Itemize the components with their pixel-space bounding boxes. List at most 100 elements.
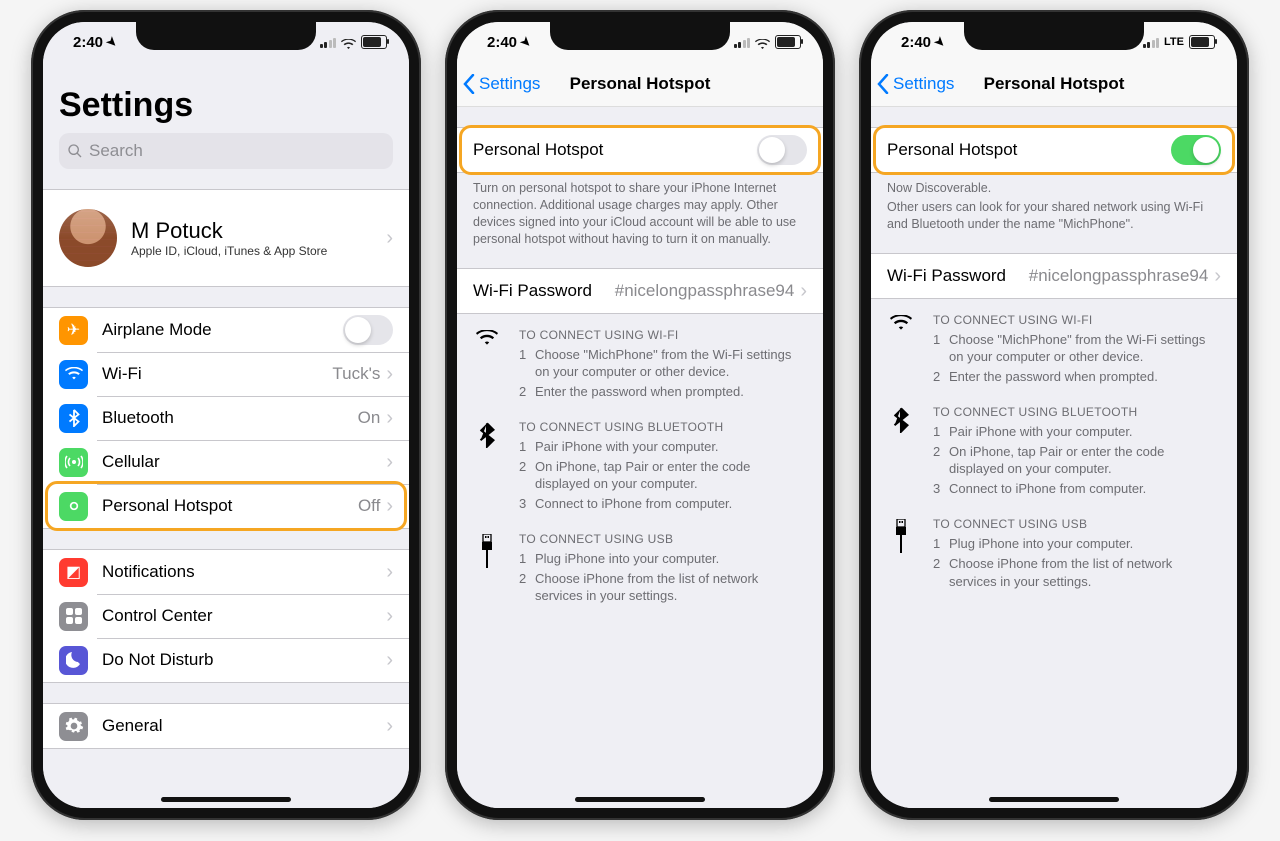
back-button[interactable]: Settings <box>877 62 954 106</box>
status-time: 2:40 <box>901 34 931 51</box>
instructions-usb: TO CONNECT USING USB 1Plug iPhone into y… <box>457 518 823 611</box>
row-label: Notifications <box>102 562 386 582</box>
help-text: Turn on personal hotspot to share your i… <box>457 173 823 248</box>
search-placeholder: Search <box>89 141 143 161</box>
hotspot-toggle-row[interactable]: Personal Hotspot <box>871 128 1237 172</box>
chevron-right-icon: › <box>386 650 393 670</box>
battery-icon <box>361 35 387 49</box>
airplane-toggle[interactable] <box>343 315 393 345</box>
battery-icon <box>1189 35 1215 49</box>
row-label: Personal Hotspot <box>102 496 358 516</box>
personal-hotspot-row[interactable]: Personal Hotspot Off › <box>43 484 409 528</box>
home-indicator[interactable] <box>575 797 705 802</box>
row-label: Airplane Mode <box>102 320 343 340</box>
page-title: Settings <box>43 62 409 133</box>
profile-sub: Apple ID, iCloud, iTunes & App Store <box>131 244 386 258</box>
nav-bar: Settings Personal Hotspot <box>871 62 1237 107</box>
instructions-bluetooth: TO CONNECT USING BLUETOOTH 1Pair iPhone … <box>457 406 823 518</box>
home-indicator[interactable] <box>989 797 1119 802</box>
wifi-icon <box>473 328 501 403</box>
notifications-row[interactable]: ◩ Notifications › <box>43 550 409 594</box>
cellular-icon <box>59 448 88 477</box>
hotspot-icon <box>59 492 88 521</box>
notch <box>136 22 316 50</box>
notch <box>964 22 1144 50</box>
instructions-usb: TO CONNECT USING USB 1Plug iPhone into y… <box>871 503 1237 596</box>
home-indicator[interactable] <box>161 797 291 802</box>
back-label: Settings <box>479 74 540 94</box>
gear-icon <box>59 712 88 741</box>
notch <box>550 22 730 50</box>
wifi-password-row[interactable]: Wi-Fi Password #nicelongpassphrase94 › <box>871 254 1237 298</box>
wifi-icon <box>755 37 770 48</box>
chevron-right-icon: › <box>1214 266 1221 286</box>
instructions-bluetooth: TO CONNECT USING BLUETOOTH 1Pair iPhone … <box>871 391 1237 503</box>
chevron-right-icon: › <box>386 452 393 472</box>
location-icon: ➤ <box>518 33 535 50</box>
nav-title: Personal Hotspot <box>984 74 1125 94</box>
profile-name: M Potuck <box>131 218 386 244</box>
nav-title: Personal Hotspot <box>570 74 711 94</box>
row-label: Bluetooth <box>102 408 358 428</box>
instructions-wifi: TO CONNECT USING WI-FI 1Choose "MichPhon… <box>457 314 823 407</box>
status-time: 2:40 <box>73 34 103 51</box>
wifi-icon <box>887 313 915 388</box>
row-value: On <box>358 408 381 428</box>
phone-frame-2: 2:40 ➤ Settings Personal Hotspot Persona… <box>445 10 835 820</box>
control-center-icon <box>59 602 88 631</box>
bluetooth-row[interactable]: Bluetooth On › <box>43 396 409 440</box>
signal-icon <box>734 37 751 48</box>
search-input[interactable]: Search <box>59 133 393 169</box>
avatar <box>59 209 117 267</box>
hotspot-toggle[interactable] <box>757 135 807 165</box>
usb-icon <box>473 532 501 607</box>
row-label: Do Not Disturb <box>102 650 386 670</box>
airplane-mode-row[interactable]: ✈︎ Airplane Mode <box>43 308 409 352</box>
bluetooth-icon <box>473 420 501 514</box>
chevron-right-icon: › <box>386 228 393 248</box>
bluetooth-icon <box>59 404 88 433</box>
back-button[interactable]: Settings <box>463 62 540 106</box>
battery-icon <box>775 35 801 49</box>
row-label: Personal Hotspot <box>887 140 1171 160</box>
phone-frame-1: 2:40 ➤ Settings Search M Potuck A <box>31 10 421 820</box>
chevron-right-icon: › <box>386 562 393 582</box>
chevron-left-icon <box>877 74 889 94</box>
wifi-password-row[interactable]: Wi-Fi Password #nicelongpassphrase94 › <box>457 269 823 313</box>
row-label: General <box>102 716 386 736</box>
back-label: Settings <box>893 74 954 94</box>
general-row[interactable]: General › <box>43 704 409 748</box>
signal-icon <box>320 37 337 48</box>
row-label: Wi-Fi <box>102 364 332 384</box>
moon-icon <box>59 646 88 675</box>
phone-frame-3: 2:40 ➤ LTE Settings Personal Hotspot Per… <box>859 10 1249 820</box>
row-label: Cellular <box>102 452 386 472</box>
search-icon <box>67 143 83 159</box>
airplane-icon: ✈︎ <box>59 316 88 345</box>
apple-id-row[interactable]: M Potuck Apple ID, iCloud, iTunes & App … <box>43 190 409 286</box>
row-value: Off <box>358 496 380 516</box>
location-icon: ➤ <box>932 33 949 50</box>
usb-icon <box>887 517 915 592</box>
wifi-row[interactable]: Wi-Fi Tuck's › <box>43 352 409 396</box>
row-value: #nicelongpassphrase94 <box>1029 266 1209 286</box>
chevron-right-icon: › <box>386 496 393 516</box>
chevron-left-icon <box>463 74 475 94</box>
help-text-1: Now Discoverable. <box>871 173 1237 197</box>
lte-label: LTE <box>1164 36 1184 48</box>
status-time: 2:40 <box>487 34 517 51</box>
row-label: Personal Hotspot <box>473 140 757 160</box>
row-label: Wi-Fi Password <box>473 281 615 301</box>
help-text-2: Other users can look for your shared net… <box>871 197 1237 233</box>
dnd-row[interactable]: Do Not Disturb › <box>43 638 409 682</box>
signal-icon <box>1143 37 1160 48</box>
control-center-row[interactable]: Control Center › <box>43 594 409 638</box>
hotspot-toggle-row[interactable]: Personal Hotspot <box>457 128 823 172</box>
row-value: Tuck's <box>332 364 380 384</box>
bluetooth-icon <box>887 405 915 499</box>
notifications-icon: ◩ <box>59 558 88 587</box>
hotspot-toggle[interactable] <box>1171 135 1221 165</box>
location-icon: ➤ <box>104 33 121 50</box>
chevron-right-icon: › <box>386 408 393 428</box>
cellular-row[interactable]: Cellular › <box>43 440 409 484</box>
